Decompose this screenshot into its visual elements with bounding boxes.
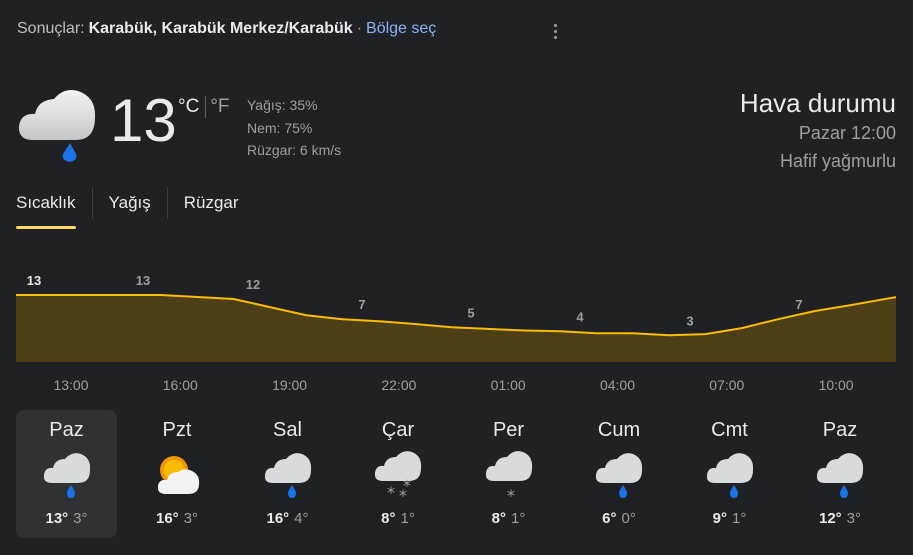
chart-value-label: 13 (136, 273, 150, 288)
weather-details: Yağış: 35% Nem: 75% Rüzgar: 6 km/s (247, 94, 341, 162)
humidity-text: Nem: 75% (247, 119, 313, 136)
time-tick-label: 01:00 (490, 377, 526, 393)
tab-precipitation[interactable]: Yağış (91, 187, 167, 219)
day-high: 13° (45, 510, 69, 527)
wind-text: Rüzgar: 6 km/s (247, 142, 342, 158)
unit-divider (205, 96, 207, 118)
day-name: Sal (273, 419, 302, 441)
day-high: 6° (602, 510, 617, 527)
day-high: 9° (712, 510, 727, 527)
time-axis: 13:00 16:00 19:00 22:00 01:00 04:00 07:00 10:00 (0, 377, 913, 397)
chart-value-label: 13 (27, 273, 41, 288)
day-low: 3° (73, 510, 88, 527)
rain-icon (261, 448, 315, 502)
select-region-link[interactable]: Bölge seç (366, 20, 436, 38)
day-forecast-7[interactable]: Paz 12° 3° (790, 410, 891, 538)
weather-title: Hava durumu (739, 88, 896, 118)
unit-toggle: °C °F (178, 96, 230, 118)
chart-value-label: 7 (795, 297, 802, 312)
day-low: 1° (732, 510, 747, 527)
rain-icon (40, 448, 94, 502)
rain-icon (592, 448, 646, 502)
day-forecast-2[interactable]: Sal 16° 4° (237, 410, 338, 538)
results-prefix: Sonuçlar: (17, 20, 85, 37)
day-low: 1° (400, 510, 415, 527)
day-name: Cum (597, 419, 641, 441)
chart-tabs: Sıcaklık Yağış Rüzgar (16, 187, 255, 229)
temperature-chart: 13 13 12 7 5 4 3 7 (16, 273, 897, 362)
chart-value-label: 5 (467, 305, 474, 320)
day-temps: 12° 3° (819, 510, 861, 527)
day-low: 3° (183, 510, 199, 527)
weather-condition: Hafif yağmurlu (779, 151, 896, 171)
time-tick-label: 07:00 (709, 377, 745, 393)
fahrenheit-toggle[interactable]: °F (210, 96, 229, 118)
separator: · (356, 20, 363, 37)
more-options-icon[interactable] (546, 18, 564, 44)
day-high: 16° (155, 510, 179, 527)
day-low: 4° (294, 510, 309, 527)
day-temps: 8° 1° (381, 510, 415, 527)
time-tick-label: 13:00 (53, 377, 89, 393)
day-high: 8° (491, 510, 506, 527)
celsius-toggle[interactable]: °C (178, 96, 199, 118)
day-name: Cmt (711, 419, 748, 441)
day-forecast-5[interactable]: Cum 6° 0° (569, 410, 670, 538)
time-tick-label: 19:00 (272, 377, 308, 393)
chart-value-label: 3 (686, 313, 693, 328)
time-tick-label: 22:00 (381, 377, 417, 393)
svg-text:*: * (507, 486, 515, 502)
partly-sunny-icon (150, 448, 204, 502)
day-temps: 9° 1° (713, 510, 747, 527)
tab-temperature[interactable]: Sıcaklık (16, 187, 92, 229)
day-high: 12° (818, 510, 842, 527)
day-forecast-4[interactable]: Per * 8° 1° (458, 410, 559, 538)
day-forecast-6[interactable]: Cmt 9° 1° (679, 410, 780, 538)
day-forecast-1[interactable]: Pzt 16° 3° (127, 410, 228, 538)
day-name: Çar (381, 419, 415, 441)
rain-icon (703, 448, 757, 502)
time-tick-label: 10:00 (818, 377, 854, 393)
chart-value-label: 4 (576, 309, 584, 324)
day-low: 1° (511, 510, 526, 527)
results-header: Sonuçlar: Karabük, Karabük Merkez/Karabü… (17, 20, 436, 38)
snow-icon: * * * (371, 448, 425, 505)
day-name: Per (492, 419, 525, 441)
location-name: Karabük, Karabük Merkez/Karabük (88, 20, 353, 37)
time-tick-label: 04:00 (599, 377, 636, 393)
time-tick-label: 16:00 (162, 377, 198, 393)
current-temperature: 13 (110, 87, 177, 154)
day-temps: 6° 0° (602, 510, 636, 527)
day-forecast-0[interactable]: Paz 13° 3° (16, 410, 117, 538)
svg-text:*: * (387, 483, 395, 502)
day-low: 0° (621, 510, 636, 527)
light-snow-icon: * (482, 448, 536, 505)
day-temps: 13° 3° (45, 510, 87, 527)
weather-summary: Hava durumu Pazar 12:00 Hafif yağmurlu (740, 87, 896, 175)
day-high: 8° (381, 510, 396, 527)
day-low: 3° (846, 510, 862, 527)
tab-wind[interactable]: Rüzgar (166, 187, 255, 219)
svg-text:*: * (403, 476, 411, 495)
day-name: Paz (49, 419, 84, 441)
rain-icon (813, 448, 867, 502)
daily-forecast: Paz 13° 3° Pzt 16° 3° Sal 16° 4° Çar * * * 8° 1° Per * 8°… (16, 410, 900, 538)
day-temps: 16° 3° (156, 510, 198, 527)
day-high: 16° (266, 510, 290, 527)
precipitation-text: Yağış: 35% (247, 97, 318, 113)
weather-time: Pazar 12:00 (798, 123, 896, 143)
day-name: Pzt (162, 419, 192, 441)
day-forecast-3[interactable]: Çar * * * 8° 1° (348, 410, 449, 538)
day-temps: 16° 4° (266, 510, 308, 527)
chart-value-label: 7 (358, 297, 365, 312)
day-temps: 8° 1° (492, 510, 526, 527)
day-name: Paz (822, 419, 858, 441)
chart-value-label: 12 (246, 277, 260, 292)
rain-cloud-icon (18, 90, 96, 162)
